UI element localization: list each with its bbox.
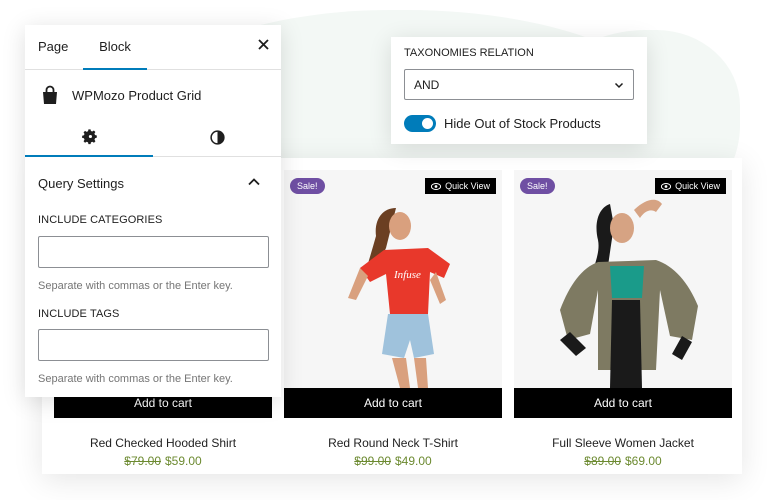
taxonomies-relation-select[interactable]: AND — [404, 69, 634, 100]
add-to-cart-button[interactable]: Add to cart — [514, 388, 732, 418]
tab-styles[interactable] — [153, 117, 281, 157]
quick-view-button[interactable]: Quick View — [655, 178, 726, 194]
product-name[interactable]: Red Checked Hooded Shirt — [54, 436, 272, 450]
add-to-cart-button[interactable]: Add to cart — [284, 388, 502, 418]
taxonomies-relation-value: AND — [414, 77, 440, 92]
include-categories-help: Separate with commas or the Enter key. — [38, 280, 233, 292]
product-image[interactable]: Infuse Sale! Quick View — [284, 170, 502, 388]
model-red-tshirt-image: Infuse — [284, 170, 502, 388]
chevron-up-icon[interactable] — [247, 175, 261, 194]
product-card: Infuse Sale! Quick View Add to cart Red … — [284, 170, 502, 468]
close-icon[interactable] — [258, 37, 269, 54]
old-price: $79.00 — [124, 454, 161, 468]
eye-icon — [661, 182, 672, 190]
sale-price: $59.00 — [165, 454, 202, 468]
chevron-down-icon — [613, 79, 625, 94]
old-price: $89.00 — [584, 454, 621, 468]
quick-view-button[interactable]: Quick View — [425, 178, 496, 194]
product-price: $89.00 $69.00 — [514, 454, 732, 468]
quick-view-label: Quick View — [675, 181, 720, 191]
product-image[interactable]: Sale! Quick View — [514, 170, 732, 388]
eye-icon — [431, 182, 442, 190]
include-tags-label: INCLUDE TAGS — [38, 308, 120, 320]
taxonomies-relation-label: TAXONOMIES RELATION — [404, 47, 534, 59]
hide-out-of-stock-label[interactable]: Hide Out of Stock Products — [444, 116, 601, 131]
sale-badge: Sale! — [520, 178, 555, 194]
panel-tabs: Page Block — [25, 25, 281, 70]
tab-page[interactable]: Page — [38, 25, 68, 70]
model-jacket-image — [514, 170, 732, 388]
tab-block[interactable]: Block — [83, 25, 147, 70]
toggle-knob — [422, 118, 433, 129]
product-price: $79.00 $59.00 — [54, 454, 272, 468]
sale-badge: Sale! — [290, 178, 325, 194]
quick-view-label: Quick View — [445, 181, 490, 191]
product-name[interactable]: Red Round Neck T-Shirt — [284, 436, 502, 450]
include-tags-input[interactable] — [38, 329, 269, 361]
include-tags-help: Separate with commas or the Enter key. — [38, 373, 233, 385]
svg-text:Infuse: Infuse — [393, 269, 421, 281]
sale-price: $69.00 — [625, 454, 662, 468]
block-inspector-tabs — [25, 117, 281, 157]
product-price: $99.00 $49.00 — [284, 454, 502, 468]
query-settings-title[interactable]: Query Settings — [38, 176, 124, 191]
taxonomies-panel: TAXONOMIES RELATION AND Hide Out of Stoc… — [391, 37, 647, 144]
include-categories-label: INCLUDE CATEGORIES — [38, 214, 163, 226]
old-price: $99.00 — [354, 454, 391, 468]
product-name[interactable]: Full Sleeve Women Jacket — [514, 436, 732, 450]
product-card: Sale! Quick View Add to cart Full Sleeve… — [514, 170, 732, 468]
half-circle-contrast-icon — [209, 129, 225, 145]
gear-icon — [81, 128, 97, 144]
block-title: WPMozo Product Grid — [72, 87, 202, 103]
shopping-bag-icon — [43, 85, 57, 104]
include-categories-input[interactable] — [38, 236, 269, 268]
tab-settings[interactable] — [25, 117, 153, 157]
hide-out-of-stock-toggle[interactable] — [404, 115, 436, 132]
block-settings-panel: Page Block WPMozo Product Grid Query Set… — [25, 25, 281, 397]
block-card: WPMozo Product Grid — [40, 85, 201, 105]
sale-price: $49.00 — [395, 454, 432, 468]
